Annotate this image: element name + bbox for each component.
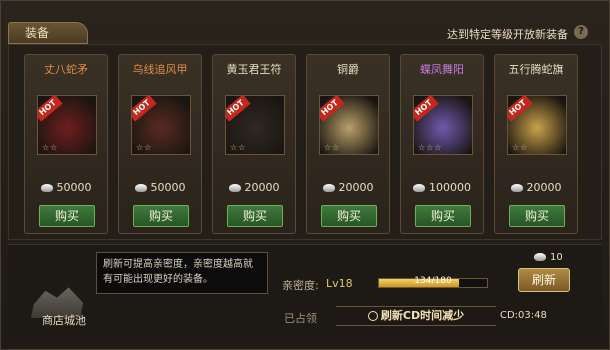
item-stars: ☆☆: [512, 143, 529, 152]
cd-reduce-label: 刷新CD时间减少: [380, 309, 465, 322]
buy-button[interactable]: 购买: [415, 205, 471, 227]
item-card: 蝶凤舞阳 HOT ☆☆☆ 100000 购买: [400, 54, 484, 234]
item-image[interactable]: HOT ☆☆: [225, 95, 285, 155]
item-name: 乌线追风甲: [132, 63, 188, 76]
refresh-tip: 刷新可提高亲密度，亲密度越高就有可能出现更好的装备。: [96, 252, 268, 294]
item-card: 黄玉君王符 HOT ☆☆ 20000 购买: [212, 54, 296, 234]
silver-icon: [322, 184, 335, 192]
buy-button[interactable]: 购买: [133, 205, 189, 227]
item-price-value: 20000: [244, 181, 280, 194]
hot-badge: HOT: [226, 96, 251, 122]
hot-badge: HOT: [414, 96, 439, 122]
hot-badge: HOT: [38, 96, 63, 122]
item-stars: ☆☆: [324, 143, 341, 152]
hot-badge: HOT: [132, 96, 157, 122]
intimacy-label: 亲密度:: [282, 279, 319, 292]
silver-icon: [510, 184, 523, 192]
buy-button[interactable]: 购买: [321, 205, 377, 227]
item-price: 20000: [307, 181, 389, 194]
intimacy-level: Lv18: [326, 277, 353, 290]
item-price: 50000: [25, 181, 107, 194]
clock-icon: [367, 311, 378, 321]
item-price-value: 20000: [526, 181, 562, 194]
hot-badge: HOT: [320, 96, 345, 122]
item-price: 20000: [495, 181, 577, 194]
buy-button[interactable]: 购买: [39, 205, 95, 227]
item-stars: ☆☆☆: [418, 143, 443, 152]
item-image[interactable]: HOT ☆☆☆: [413, 95, 473, 155]
refresh-button[interactable]: 刷新: [518, 268, 570, 292]
item-price: 50000: [119, 181, 201, 194]
unlock-hint: 达到特定等级开放新装备: [447, 28, 568, 41]
refresh-cost-value: 10: [550, 252, 563, 263]
item-name: 铜爵: [337, 63, 359, 76]
item-price-value: 100000: [429, 181, 471, 194]
item-price: 20000: [213, 181, 295, 194]
cd-timer: CD:03:48: [500, 310, 547, 321]
item-image[interactable]: HOT ☆☆: [131, 95, 191, 155]
silver-icon: [413, 184, 425, 192]
intimacy-progress-text: 134/180: [414, 276, 452, 286]
item-name: 蝶凤舞阳: [420, 63, 464, 76]
item-image[interactable]: HOT ☆☆: [37, 95, 97, 155]
claimed-label: 已占领: [284, 312, 317, 325]
item-image[interactable]: HOT ☆☆: [507, 95, 567, 155]
item-card: 五行腾蛇旗 HOT ☆☆ 20000 购买: [494, 54, 578, 234]
cd-reduce-button[interactable]: 刷新CD时间减少: [336, 306, 496, 326]
item-price-value: 50000: [56, 181, 92, 194]
item-price: 100000: [401, 181, 483, 194]
item-card: 铜爵 HOT ☆☆ 20000 购买: [306, 54, 390, 234]
silver-icon: [228, 184, 241, 192]
hot-badge: HOT: [508, 96, 533, 122]
silver-icon: [134, 184, 147, 192]
help-icon[interactable]: ?: [574, 25, 588, 39]
item-card: 丈八蛇矛 HOT ☆☆ 50000 购买: [24, 54, 108, 234]
item-name: 黄玉君王符: [226, 63, 282, 76]
silver-icon: [40, 184, 53, 192]
item-name: 丈八蛇矛: [44, 63, 88, 76]
item-stars: ☆☆: [136, 143, 153, 152]
city-label: 商店城池: [42, 314, 86, 327]
item-stars: ☆☆: [42, 143, 59, 152]
item-price-value: 20000: [338, 181, 374, 194]
silver-icon: [534, 253, 546, 261]
item-card: 乌线追风甲 HOT ☆☆ 50000 购买: [118, 54, 202, 234]
item-name: 五行腾蛇旗: [508, 63, 564, 76]
item-stars: ☆☆: [230, 143, 247, 152]
buy-button[interactable]: 购买: [509, 205, 565, 227]
buy-button[interactable]: 购买: [227, 205, 283, 227]
refresh-cost: 10: [534, 252, 563, 263]
tab-equipment[interactable]: 装备: [8, 22, 88, 44]
item-image[interactable]: HOT ☆☆: [319, 95, 379, 155]
item-price-value: 50000: [150, 181, 186, 194]
